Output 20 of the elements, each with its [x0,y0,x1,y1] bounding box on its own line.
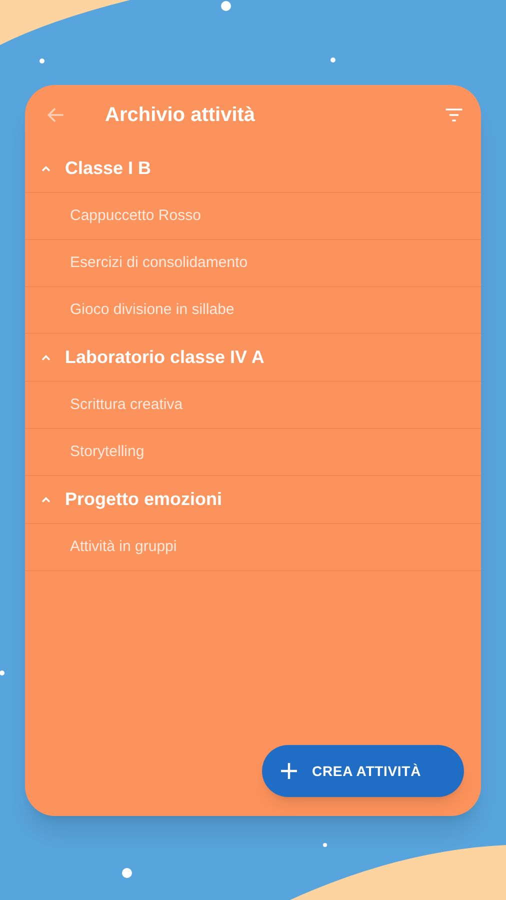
activity-item[interactable]: Gioco divisione in sillabe [70,298,234,322]
plus-icon [280,762,298,780]
group-title: Laboratorio classe IV A [65,346,264,369]
activity-item[interactable]: Storytelling [70,440,144,464]
group-header[interactable]: Laboratorio classe IV A [25,334,481,382]
group-header[interactable]: Classe I B [25,145,481,193]
activity-item[interactable]: Cappuccetto Rosso [70,204,201,228]
screen-title: Archivio attività [105,103,256,128]
create-activity-button[interactable]: CREA ATTIVITÀ [262,745,464,797]
group-title: Classe I B [65,157,152,180]
dot-icon [221,1,231,11]
activity-item[interactable]: Attività in gruppi [70,536,177,558]
group-header[interactable]: Progetto emozioni [25,476,481,524]
group-title: Progetto emozioni [65,488,222,511]
activity-item[interactable]: Scrittura creativa [70,394,183,416]
dot-icon [40,58,44,64]
activity-item[interactable]: Esercizi di consolidamento [70,252,248,274]
dot-icon [122,868,132,878]
dot-icon [330,58,336,62]
dot-icon [323,843,327,847]
